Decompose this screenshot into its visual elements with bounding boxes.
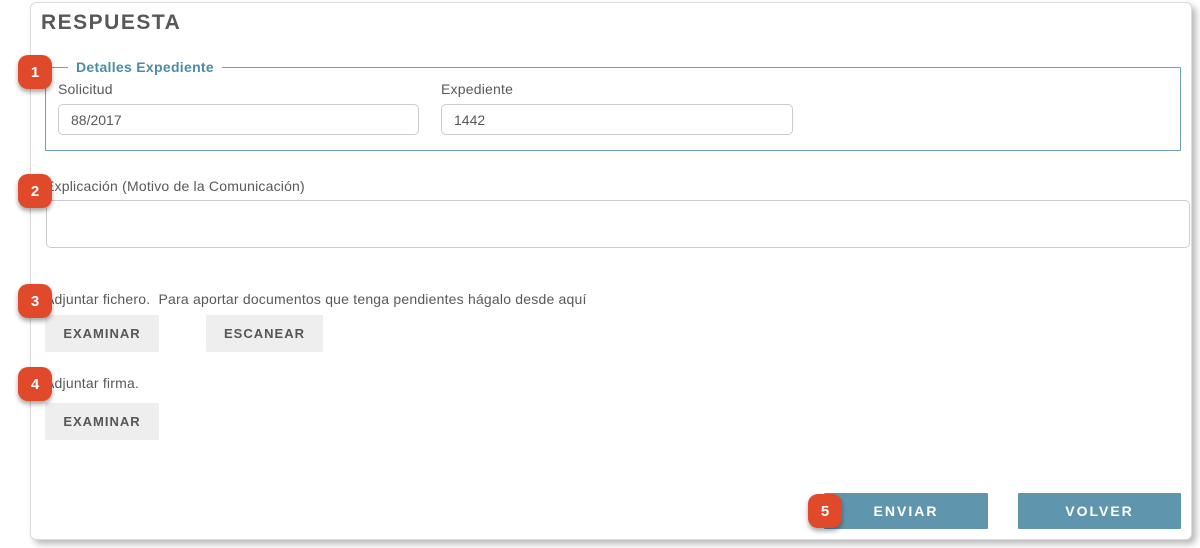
solicitud-input[interactable] <box>58 104 419 135</box>
adjuntar-fichero-label: Adjuntar fichero. Para aportar documento… <box>45 291 587 307</box>
solicitud-label: Solicitud <box>58 81 419 97</box>
step-badge-4: 4 <box>18 367 52 401</box>
escanear-button[interactable]: ESCANEAR <box>206 315 323 352</box>
explicacion-textarea[interactable] <box>46 200 1190 248</box>
page: RESPUESTA 1 2 3 4 5 Detalles Expediente … <box>0 0 1200 548</box>
step-badge-1: 1 <box>18 55 52 89</box>
examinar-firma-button[interactable]: EXAMINAR <box>45 403 159 440</box>
detalles-fields-row: Solicitud Expediente <box>58 81 1180 135</box>
adjuntar-firma-label: Adjuntar firma. <box>45 375 139 391</box>
step-badge-3: 3 <box>18 284 52 318</box>
detalles-expediente-fieldset: Detalles Expediente Solicitud Expediente <box>45 59 1181 151</box>
expediente-label: Expediente <box>441 81 793 97</box>
expediente-field-group: Expediente <box>441 81 793 135</box>
explicacion-label: Explicación (Motivo de la Comunicación) <box>45 178 305 194</box>
expediente-input[interactable] <box>441 104 793 135</box>
step-badge-5: 5 <box>808 494 842 528</box>
step-badge-2: 2 <box>18 174 52 208</box>
form-card: RESPUESTA 1 2 3 4 5 Detalles Expediente … <box>30 2 1192 540</box>
page-title: RESPUESTA <box>41 11 181 35</box>
detalles-expediente-legend: Detalles Expediente <box>68 59 222 75</box>
examinar-fichero-button[interactable]: EXAMINAR <box>45 315 159 352</box>
solicitud-field-group: Solicitud <box>58 81 419 135</box>
enviar-button[interactable]: ENVIAR <box>824 493 988 529</box>
volver-button[interactable]: VOLVER <box>1018 493 1181 529</box>
